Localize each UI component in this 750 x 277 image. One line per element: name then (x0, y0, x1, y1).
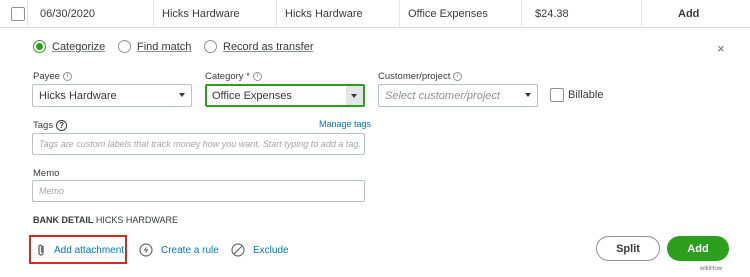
tags-label: Tags ? (33, 120, 68, 131)
add-button[interactable]: Add (667, 236, 729, 261)
lightning-icon (139, 243, 153, 257)
radio-circle[interactable] (118, 40, 131, 53)
radio-record-as-transfer[interactable]: Record as transfer (204, 40, 313, 53)
row-payee: Hicks Hardware (285, 8, 363, 20)
info-icon: i (453, 72, 463, 81)
bank-detail-heading: BANK DETAIL (33, 215, 94, 225)
radio-categorize[interactable]: Categorize (33, 40, 105, 53)
memo-label: Memo (33, 168, 60, 179)
transaction-row[interactable]: 06/30/2020 Hicks Hardware Hicks Hardware… (0, 0, 750, 28)
payee-label: Payee i (33, 71, 72, 82)
customer-project-label: Customer/project i (378, 71, 463, 82)
info-icon: i (252, 72, 262, 81)
column-divider (276, 0, 277, 28)
column-divider (153, 0, 154, 28)
radio-label: Find match (137, 40, 192, 53)
paperclip-icon (38, 244, 44, 256)
watermark: wikiHow (700, 266, 723, 272)
billable-label: Billable (568, 89, 604, 101)
payee-select[interactable]: Hicks Hardware (32, 84, 192, 107)
create-rule-link[interactable]: Create a rule (139, 243, 219, 257)
transaction-detail-panel: Categorize Find match Record as transfer… (0, 28, 750, 277)
radio-circle[interactable] (204, 40, 217, 53)
row-amount: $24.38 (535, 8, 569, 20)
no-entry-icon (231, 243, 245, 257)
column-divider (399, 0, 400, 28)
payee-value: Hicks Hardware (39, 89, 117, 102)
column-divider (641, 0, 642, 28)
exclude-label: Exclude (253, 244, 289, 256)
help-icon[interactable]: ? (56, 120, 68, 131)
billable-checkbox[interactable] (550, 88, 564, 102)
add-attachment-link[interactable]: Add attachment (36, 243, 124, 257)
radio-circle-selected[interactable] (33, 40, 46, 53)
customer-project-placeholder: Select customer/project (385, 89, 500, 102)
bank-detail-value: HICKS HARDWARE (95, 215, 179, 225)
radio-label: Categorize (52, 40, 106, 53)
row-description: Hicks Hardware (162, 8, 240, 20)
chevron-down-icon (179, 93, 185, 97)
category-label: Category * i (205, 71, 262, 82)
row-date: 06/30/2020 (40, 8, 96, 20)
tags-input[interactable]: Tags are custom labels that track money … (32, 133, 365, 155)
chevron-down-icon (346, 86, 363, 105)
info-icon: i (62, 72, 72, 81)
split-button[interactable]: Split (596, 236, 660, 261)
create-rule-label: Create a rule (161, 244, 219, 256)
memo-input[interactable]: Memo (32, 180, 365, 202)
column-divider (521, 0, 522, 28)
customer-project-select[interactable]: Select customer/project (378, 84, 538, 107)
close-icon[interactable]: × (717, 42, 725, 55)
category-value: Office Expenses (212, 89, 292, 102)
radio-find-match[interactable]: Find match (118, 40, 191, 53)
add-attachment-label: Add attachment (54, 244, 125, 256)
radio-label: Record as transfer (223, 40, 314, 53)
exclude-link[interactable]: Exclude (231, 243, 289, 257)
column-divider (27, 0, 28, 28)
row-select-checkbox[interactable] (11, 7, 25, 21)
manage-tags-link[interactable]: Manage tags (319, 119, 371, 129)
row-category: Office Expenses (408, 8, 488, 20)
bank-detail: BANK DETAIL HICKS HARDWARE (33, 215, 178, 225)
chevron-down-icon (525, 93, 531, 97)
row-add-link[interactable]: Add (678, 0, 699, 28)
category-select[interactable]: Office Expenses (205, 84, 365, 107)
